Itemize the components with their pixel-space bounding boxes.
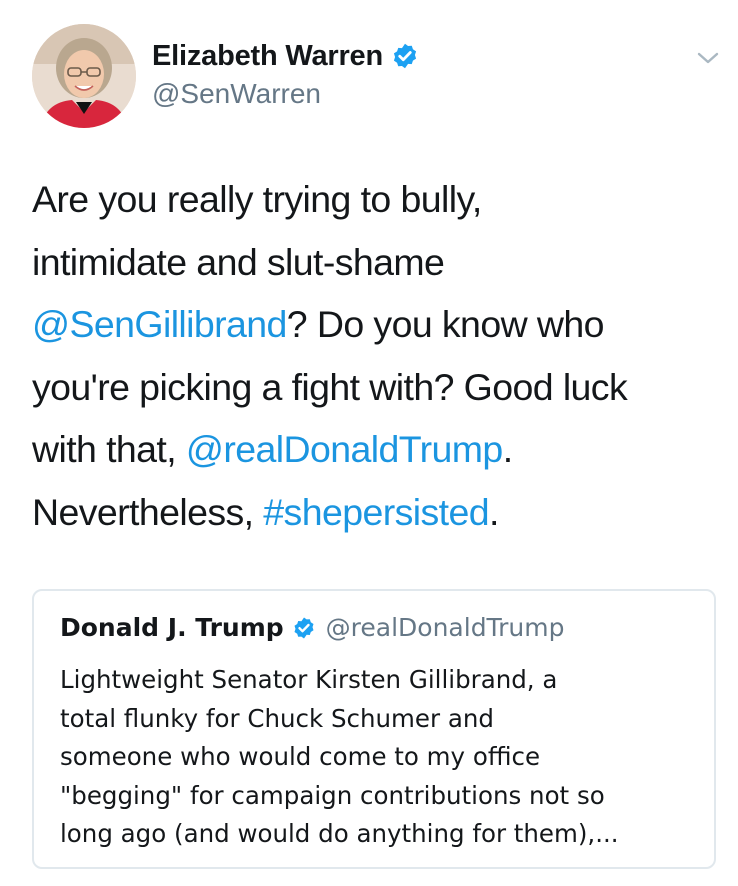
quoted-author-handle: @realDonaldTrump (325, 613, 565, 642)
quoted-text-line: someone who would come to my office (60, 742, 541, 771)
text-segment: . (502, 428, 513, 470)
tweet-text-line: Are you really trying to bully, (32, 168, 732, 231)
author-block: Elizabeth Warren @SenWarren (152, 38, 419, 110)
tweet: Elizabeth Warren @SenWarren Are you real… (0, 0, 738, 886)
tweet-text-line: you're picking a fight with? Good luck (32, 356, 732, 419)
text-segment: . (488, 490, 499, 533)
tweet-text-line: Nevertheless, #shepersisted. (32, 481, 732, 544)
author-avatar[interactable] (32, 24, 136, 128)
text-segment: Nevertheless, (32, 490, 264, 533)
text-segment: you're picking a fight with? Good luck (32, 365, 628, 408)
tweet-text-line: @SenGillibrand? Do you know who (32, 293, 732, 356)
tweet-text-line: intimidate and slut-shame (32, 231, 732, 294)
quoted-text-line: "begging" for campaign contributions not… (60, 780, 605, 810)
verified-badge-icon (391, 42, 419, 70)
tweet-menu-button[interactable] (694, 48, 722, 68)
author-handle[interactable]: @SenWarren (152, 78, 419, 110)
quoted-text-line: long ago (and would do anything for them… (60, 819, 619, 848)
text-segment: intimidate and slut-shame (32, 240, 445, 283)
text-segment: ? Do you know who (286, 303, 605, 345)
mention-link-sengillibrand[interactable]: @SenGillibrand (32, 303, 287, 345)
chevron-down-icon (697, 52, 719, 64)
text-segment: Are you really trying to bully, (32, 178, 482, 220)
tweet-text: Are you really trying to bully, intimida… (32, 168, 732, 543)
quoted-text-line: total flunky for Chuck Schumer and (60, 703, 494, 733)
avatar-photo-icon (32, 24, 136, 128)
verified-badge-icon (292, 616, 316, 640)
quoted-text-line: Lightweight Senator Kirsten Gillibrand, … (60, 665, 558, 694)
quoted-tweet-text: Lightweight Senator Kirsten Gillibrand, … (60, 661, 710, 854)
mention-link-realdonaldtrump[interactable]: @realDonaldTrump (186, 428, 503, 470)
quoted-tweet-card[interactable]: Donald J. Trump @realDonaldTrump Lightwe… (32, 589, 716, 869)
author-name-row: Elizabeth Warren (152, 38, 419, 74)
quoted-author-display-name: Donald J. Trump (60, 613, 284, 642)
quoted-tweet-header: Donald J. Trump @realDonaldTrump (60, 613, 565, 642)
text-segment: with that, (32, 428, 186, 470)
tweet-text-line: with that, @realDonaldTrump. (32, 418, 732, 481)
author-display-name[interactable]: Elizabeth Warren (152, 40, 383, 73)
hashtag-link-shepersisted[interactable]: #shepersisted (263, 491, 489, 533)
